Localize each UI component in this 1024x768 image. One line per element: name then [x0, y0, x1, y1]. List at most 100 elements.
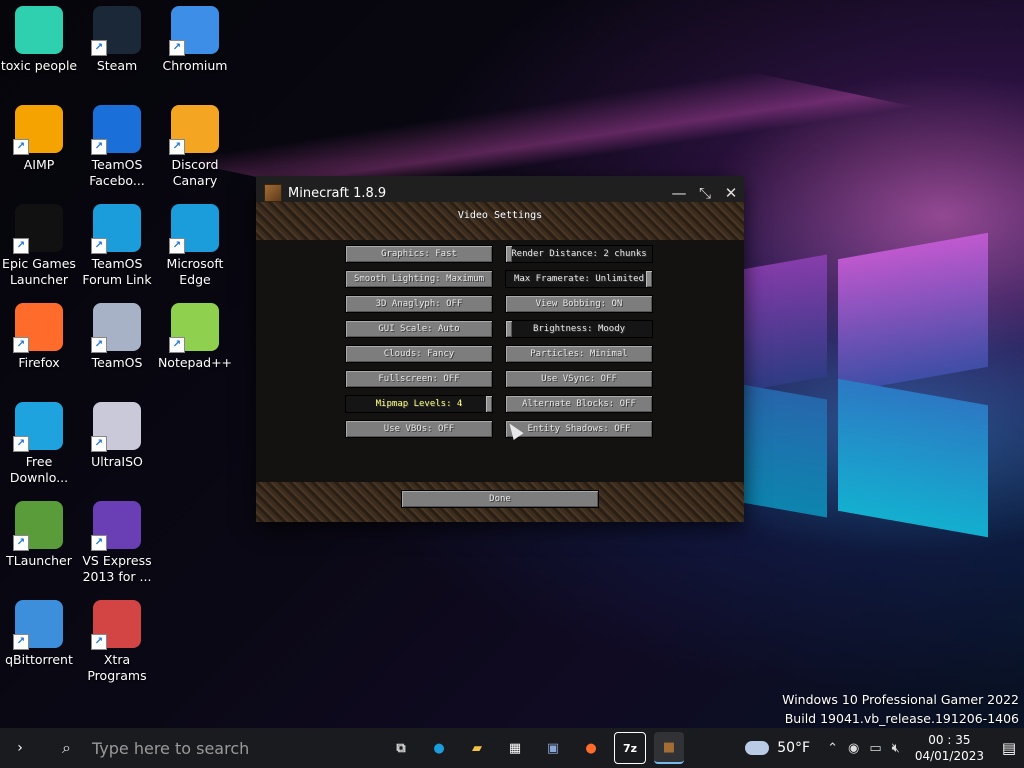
- shortcut-arrow-icon: ↗: [13, 436, 29, 452]
- slider-knob[interactable]: [646, 271, 652, 287]
- volume-muted-icon[interactable]: 🔇︎: [892, 741, 900, 756]
- shortcut-arrow-icon: ↗: [13, 337, 29, 353]
- shortcut-arrow-icon: ↗: [91, 238, 107, 254]
- desktop-icon-label: Discord Canary: [171, 157, 219, 188]
- max-framerate-slider[interactable]: Max Framerate: Unlimited: [505, 270, 653, 288]
- mipmap-label: Mipmap Levels: 4: [375, 399, 463, 409]
- firefox-icon[interactable]: ●: [576, 733, 606, 763]
- steam-icon: ↗: [91, 6, 141, 56]
- search-placeholder: Type here to search: [92, 738, 250, 758]
- desktop-icon[interactable]: ↗ Xtra Programs: [78, 600, 156, 684]
- file-explorer-icon[interactable]: ▰: [462, 733, 492, 763]
- desktop-icon[interactable]: ↗ qBittorrent: [0, 600, 78, 668]
- shortcut-arrow-icon: ↗: [13, 139, 29, 155]
- desktop-icon[interactable]: ↗ Chromium: [156, 6, 234, 74]
- gui-scale-button[interactable]: GUI Scale: Auto: [345, 320, 493, 338]
- shortcut-arrow-icon: ↗: [13, 634, 29, 650]
- taskbar: › ⌕ Type here to search ⧉ ● ▰ ▦ ▣ ● 7z ■…: [0, 728, 1024, 768]
- close-icon[interactable]: ✕: [718, 184, 744, 202]
- webcam-icon[interactable]: ◉: [848, 741, 859, 756]
- weather-widget[interactable]: 50°F: [745, 740, 810, 756]
- 7zip-icon[interactable]: 7z: [614, 732, 646, 764]
- weather-temp: 50°F: [777, 740, 811, 756]
- notepad-plus-icon: ↗: [169, 303, 219, 353]
- minecraft-icon: [264, 184, 282, 202]
- control-panel-icon[interactable]: ▣: [538, 733, 568, 763]
- alternate-blocks-button[interactable]: Alternate Blocks: OFF: [505, 395, 653, 413]
- desktop-icon[interactable]: ↗ TLauncher: [0, 501, 78, 569]
- programs-icon: ↗: [91, 600, 141, 650]
- disc-icon: ↗: [91, 402, 141, 452]
- brightness-label: Brightness: Moody: [532, 324, 626, 334]
- desktop-icon[interactable]: ↗ Steam: [78, 6, 156, 74]
- anaglyph-button[interactable]: 3D Anaglyph: OFF: [345, 295, 493, 313]
- shortcut-arrow-icon: ↗: [91, 634, 107, 650]
- clock-date: 04/01/2023: [914, 749, 984, 763]
- desktop-icon[interactable]: ↗ VS Express 2013 for ...: [78, 501, 156, 585]
- desktop-icon[interactable]: ↗ TeamOS Forum Link: [78, 204, 156, 288]
- windows-logo-pane: [838, 232, 988, 394]
- brightness-slider[interactable]: Brightness: Moody: [505, 320, 653, 338]
- clouds-button[interactable]: Clouds: Fancy: [345, 345, 493, 363]
- shortcut-arrow-icon: ↗: [91, 139, 107, 155]
- graphics-button[interactable]: Graphics: Fast: [345, 245, 493, 263]
- shortcut-arrow-icon: ↗: [169, 238, 185, 254]
- system-tray: 50°F ⌃ ◉ ▭ 🔇︎ 00 : 35 04/01/2023 ▤: [745, 728, 1024, 768]
- desktop-icon-label: UltraISO: [91, 454, 143, 469]
- minecraft-window[interactable]: Minecraft 1.8.9 — ⤡ ✕ Video Settings Gra…: [256, 176, 744, 522]
- slider-knob[interactable]: [506, 321, 512, 337]
- desktop-icon[interactable]: ↗ Microsoft Edge: [156, 204, 234, 288]
- desktop-icon[interactable]: ↗ TeamOS Facebo...: [78, 105, 156, 189]
- desktop-icon[interactable]: ↗ AIMP: [0, 105, 78, 173]
- desktop-icon-label: toxic people: [0, 58, 78, 73]
- desktop-icon-label: Firefox: [18, 355, 60, 370]
- desktop-icon[interactable]: ↗ UltraISO: [78, 402, 156, 470]
- recycle-bin-icon: [15, 6, 63, 54]
- edge-icon: ↗: [169, 204, 219, 254]
- entity-shadows-button[interactable]: Entity Shadows: OFF: [505, 420, 653, 438]
- notification-icon[interactable]: ▤: [994, 739, 1024, 757]
- desktop-icon[interactable]: ↗ TeamOS: [78, 303, 156, 371]
- edge-icon: ↗: [91, 204, 141, 254]
- chevron-right-icon[interactable]: ›: [0, 740, 40, 756]
- smooth-lighting-button[interactable]: Smooth Lighting: Maximum: [345, 270, 493, 288]
- qbittorrent-icon: ↗: [13, 600, 63, 650]
- desktop-icon[interactable]: ↗ Epic Games Launcher: [0, 204, 78, 288]
- task-view-icon[interactable]: ⧉: [386, 733, 416, 763]
- render-distance-slider[interactable]: Render Distance: 2 chunks: [505, 245, 653, 263]
- desktop-icon[interactable]: ↗ Firefox: [0, 303, 78, 371]
- minecraft-icon[interactable]: ■: [654, 732, 684, 764]
- desktop-icon[interactable]: ↗ Notepad++: [156, 303, 234, 371]
- clock[interactable]: 00 : 35 04/01/2023: [915, 732, 984, 764]
- render-distance-label: Render Distance: 2 chunks: [511, 249, 647, 259]
- windows-build-watermark: Windows 10 Professional Gamer 2022 Build…: [782, 690, 1019, 728]
- desktop-icon[interactable]: ↗ Discord Canary: [156, 105, 234, 189]
- store-icon[interactable]: ▦: [500, 733, 530, 763]
- build-line-2: Build 19041.vb_release.191206-1406: [784, 711, 1019, 726]
- edge-icon[interactable]: ●: [424, 733, 454, 763]
- maximize-icon[interactable]: ⤡: [692, 184, 718, 202]
- shortcut-arrow-icon: ↗: [91, 535, 107, 551]
- cloud-icon: [745, 741, 770, 755]
- desktop-icon[interactable]: ↗ Free Downlo...: [0, 402, 78, 486]
- chromium-icon: ↗: [169, 6, 219, 56]
- network-icon[interactable]: ▭: [869, 741, 881, 756]
- screen-title: Video Settings: [457, 210, 543, 221]
- desktop-icon-label: AIMP: [23, 157, 55, 172]
- mipmap-slider[interactable]: Mipmap Levels: 4: [345, 395, 493, 413]
- search-icon: ⌕: [62, 738, 71, 757]
- view-bobbing-button[interactable]: View Bobbing: ON: [505, 295, 653, 313]
- minimize-icon[interactable]: —: [666, 184, 692, 202]
- vbo-button[interactable]: Use VBOs: OFF: [345, 420, 493, 438]
- slider-knob[interactable]: [486, 396, 492, 412]
- chevron-up-icon[interactable]: ⌃: [827, 741, 838, 756]
- done-button[interactable]: Done: [401, 490, 599, 508]
- slider-knob[interactable]: [506, 246, 512, 262]
- desktop-icon[interactable]: toxic people: [0, 6, 78, 74]
- particles-button[interactable]: Particles: Minimal: [505, 345, 653, 363]
- search-box[interactable]: ⌕ Type here to search: [40, 728, 370, 768]
- gear-icon: ↗: [91, 105, 141, 155]
- firefox-icon: ↗: [13, 303, 63, 353]
- vsync-button[interactable]: Use VSync: OFF: [505, 370, 653, 388]
- fullscreen-button[interactable]: Fullscreen: OFF: [345, 370, 493, 388]
